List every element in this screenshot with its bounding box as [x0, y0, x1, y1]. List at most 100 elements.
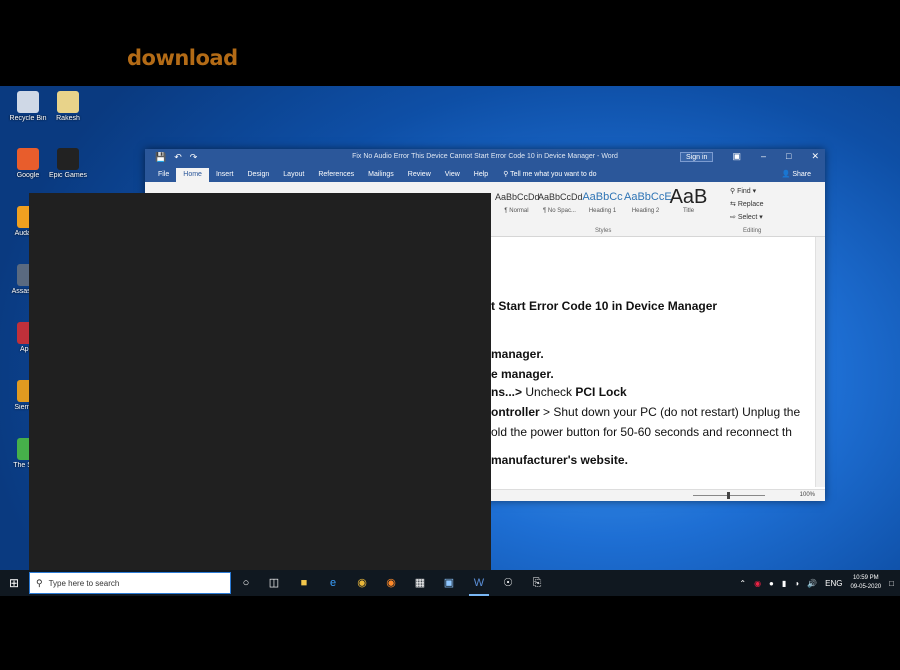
app-icon[interactable]: ▣ [441, 575, 457, 591]
editing-group: ⚲ Find ▾ ⇆ Replace ⇨ Select ▾ [730, 185, 764, 224]
system-tray: ⌃ ◉ ● ▮ ◑ 🔊 ENG 10:59 PM 09-05-2020 □ [739, 570, 900, 596]
ribbon-tabs: File Home Insert Design Layout References Mail… [145, 165, 825, 182]
maximize-icon[interactable]: □ [786, 151, 791, 162]
steam-icon[interactable]: ☉ [500, 575, 516, 591]
desktop-icon[interactable]: Recycle Bin [8, 91, 48, 123]
app-icon [57, 148, 79, 170]
style-sample: AaBbCc [582, 191, 623, 203]
find-button[interactable]: ⚲ Find ▾ [730, 185, 764, 198]
zoom-slider-knob[interactable] [727, 492, 730, 499]
share-label: Share [792, 171, 811, 178]
app-icon [17, 148, 39, 170]
taskbar-search-box[interactable]: ⚲ Type here to search [29, 572, 231, 594]
clock-date: 09-05-2020 [850, 584, 882, 590]
style-sample: AaBbCcE [624, 191, 672, 203]
language-indicator[interactable]: ENG [825, 579, 842, 588]
select-button[interactable]: ⇨ Select ▾ [730, 211, 764, 224]
styles-gallery: AaBbCcDd ¶ Normal AaBbCcDd ¶ No Spac... AaBb… [495, 186, 710, 214]
document-line: ns...> Uncheck PCI Lock [491, 385, 627, 399]
edge-icon[interactable]: e [325, 575, 341, 591]
document-line: ontroller > Shut down your PC (do not re… [491, 405, 801, 419]
minimize-icon[interactable]: – [761, 151, 766, 162]
desktop-icon[interactable]: Epic Games [48, 148, 88, 180]
notifications-icon[interactable]: □ [889, 579, 894, 588]
top-black-band: download [0, 0, 900, 86]
tab-review[interactable]: Review [401, 171, 438, 182]
document-line: old the power button for 50-60 seconds a… [491, 425, 792, 439]
desktop-icon-label: Recycle Bin [9, 115, 47, 122]
replace-label: Replace [737, 201, 764, 208]
style-sample: AaBbCcDd [495, 192, 540, 202]
store-icon[interactable]: ▦ [412, 575, 428, 591]
tab-design[interactable]: Design [240, 171, 276, 182]
chrome-icon[interactable]: ◉ [354, 575, 370, 591]
style-label: ¶ No Spac... [543, 208, 576, 214]
tab-references[interactable]: References [311, 171, 361, 182]
search-icon: ⚲ [36, 577, 43, 588]
tab-help[interactable]: Help [467, 171, 495, 182]
desktop-icon-label: Rakesh [56, 115, 80, 122]
style-item[interactable]: AaBbCc Heading 1 [581, 186, 624, 214]
tab-file[interactable]: File [151, 171, 176, 182]
document-line: manufacturer's website. [491, 453, 628, 467]
cortana-icon[interactable]: ○ [238, 575, 254, 591]
zoom-slider[interactable] [693, 492, 765, 499]
desktop-icon-label: Google [16, 172, 40, 179]
desktop-icon[interactable]: Google [8, 148, 48, 180]
taskbar: ⊞ ⚲ Type here to search ○ ◫ ■ e ◉ ◉ ▦ ▣ … [0, 570, 900, 596]
app-icon [17, 91, 39, 113]
zoom-level[interactable]: 100% [800, 492, 815, 498]
tell-me-label: Tell me what you want to do [510, 171, 597, 178]
document-line: t Start Error Code 10 in Device Manager [491, 299, 718, 313]
tell-me-search[interactable]: ⚲ Tell me what you want to do [503, 170, 596, 182]
find-label: Find [737, 188, 751, 195]
tab-mailings[interactable]: Mailings [361, 171, 401, 182]
firefox-icon[interactable]: ◉ [383, 575, 399, 591]
style-label: Title [682, 208, 695, 214]
select-label: Select [737, 214, 758, 221]
style-label: ¶ Normal [504, 208, 529, 214]
editing-group-label: Editing [743, 228, 762, 234]
style-sample: AaB [669, 186, 708, 208]
tab-home[interactable]: Home [176, 168, 209, 182]
document-line: manager. [491, 347, 544, 361]
app-icon [57, 91, 79, 113]
desktop-icon[interactable]: Rakesh [48, 91, 88, 123]
microphone-icon[interactable]: ● [769, 579, 774, 588]
style-item[interactable]: AaBbCcDd ¶ Normal [495, 186, 540, 214]
tab-insert[interactable]: Insert [209, 171, 241, 182]
windows-start-icon[interactable]: ⊞ [0, 570, 28, 596]
word-taskbar-icon[interactable]: W [471, 575, 487, 591]
desktop-icon-label: Epic Games [48, 172, 88, 179]
volume-icon[interactable]: 🔊 [807, 579, 817, 588]
chevron-up-icon[interactable]: ⌃ [739, 579, 746, 588]
style-sample: AaBbCcDd [538, 192, 583, 202]
vertical-scrollbar[interactable] [815, 237, 825, 487]
file-explorer-icon[interactable]: ■ [296, 575, 312, 591]
network-icon[interactable]: ◑ [794, 579, 799, 588]
style-item[interactable]: AaBbCcDd ¶ No Spac... [538, 186, 583, 214]
style-label: Heading 2 [631, 208, 660, 214]
share-button[interactable]: 👤 Share [782, 170, 811, 178]
close-icon[interactable]: ✕ [811, 151, 819, 162]
printer-app-icon[interactable]: ⎘ [529, 575, 545, 591]
task-view-icon[interactable]: ◫ [266, 575, 282, 591]
antivirus-icon[interactable]: ◉ [754, 579, 761, 588]
clock[interactable]: 10:59 PM 09-05-2020 [850, 574, 881, 592]
styles-group-label: Styles [595, 228, 612, 234]
dark-overlay-panel [29, 193, 491, 570]
tab-layout[interactable]: Layout [276, 171, 311, 182]
search-placeholder: Type here to search [48, 578, 120, 588]
replace-button[interactable]: ⇆ Replace [730, 198, 764, 211]
style-item[interactable]: AaB Title [667, 186, 710, 214]
battery-icon[interactable]: ▮ [782, 579, 786, 588]
sign-in-button[interactable]: Sign in [680, 152, 714, 162]
window-title: Fix No Audio Error This Device Cannot St… [352, 153, 618, 160]
bottom-black-band [0, 596, 900, 670]
style-label: Heading 1 [588, 208, 617, 214]
download-overlay-text: download [127, 46, 238, 70]
tab-view[interactable]: View [438, 171, 467, 182]
style-item[interactable]: AaBbCcE Heading 2 [624, 186, 672, 214]
clock-time: 10:59 PM [852, 575, 879, 581]
ribbon-display-icon[interactable]: ▣ [732, 151, 741, 162]
